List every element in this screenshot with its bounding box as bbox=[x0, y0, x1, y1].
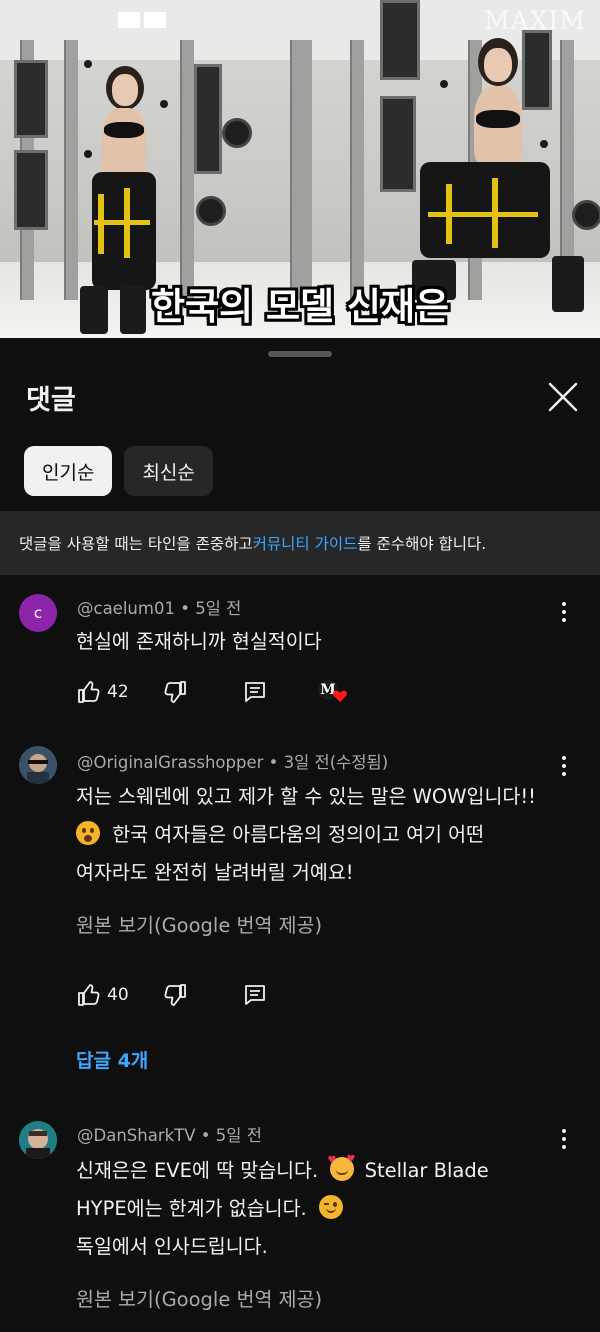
sheet-title: 댓글 bbox=[26, 385, 76, 416]
video-camera bbox=[572, 200, 600, 230]
avatar[interactable]: c bbox=[19, 594, 57, 632]
video-camera bbox=[84, 60, 92, 68]
sort-chips: 인기순 최신순 bbox=[24, 446, 213, 496]
see-original-link[interactable]: 원본 보기(Google 번역 제공) bbox=[76, 1283, 322, 1312]
comment-text-line: 독일에서 인사드립니다. bbox=[76, 1235, 268, 1258]
comment-text-line: 한국 여자들은 아름다움의 정의이고 여기 어떤 bbox=[76, 818, 484, 847]
avatar-photo bbox=[19, 1121, 57, 1159]
video-camera-rig bbox=[64, 40, 78, 300]
astonished-emoji-icon bbox=[76, 821, 100, 845]
comment-text: 현실에 존재하니까 현실적이다 bbox=[76, 630, 322, 653]
comment-text-line: 신재은은 EVE에 딱 맞습니다. ♥ ♥ Stellar Blade bbox=[76, 1154, 489, 1182]
comment-more-button[interactable] bbox=[552, 600, 576, 624]
like-button[interactable] bbox=[76, 981, 102, 1009]
video-watermark: MAXIM bbox=[484, 6, 586, 35]
video-light-panel bbox=[522, 30, 552, 110]
reply-button[interactable] bbox=[242, 678, 268, 706]
dislike-icon bbox=[164, 681, 186, 703]
dislike-icon bbox=[164, 984, 186, 1006]
comments-sheet: 댓글 인기순 최신순 댓글을 사용할 때는 타인을 존중하고 커뮤니티 가이드 … bbox=[0, 338, 600, 1332]
comment-meta: @DanSharkTV • 5일 전 bbox=[77, 1126, 262, 1145]
reply-icon bbox=[245, 682, 265, 702]
like-count: 42 bbox=[107, 682, 129, 702]
more-vert-icon bbox=[562, 756, 566, 760]
avatar[interactable] bbox=[19, 1121, 57, 1159]
comment-text-line: 여자라도 완전히 날려버릴 거예요! bbox=[76, 861, 354, 884]
video-light-panel bbox=[14, 60, 48, 138]
comment-author[interactable]: @DanSharkTV bbox=[77, 1126, 196, 1145]
creator-heart-icon bbox=[333, 690, 347, 702]
sheet-drag-handle[interactable] bbox=[268, 351, 332, 357]
comment-more-button[interactable] bbox=[552, 1127, 576, 1151]
creator-heart-badge: M bbox=[318, 680, 348, 706]
comment-more-button[interactable] bbox=[552, 754, 576, 778]
video-camera bbox=[84, 150, 92, 158]
avatar-photo bbox=[19, 746, 57, 784]
comment-text-line: HYPE에는 한계가 없습니다. bbox=[76, 1192, 343, 1221]
video-light-panel bbox=[194, 64, 222, 174]
comment-time: 3일 전(수정됨) bbox=[283, 753, 389, 772]
video-player[interactable]: MAXIM 한국의 모델 신재은 bbox=[0, 0, 600, 338]
close-icon bbox=[548, 382, 578, 412]
reply-icon bbox=[245, 985, 265, 1005]
video-camera bbox=[196, 196, 226, 226]
video-camera-rig bbox=[290, 40, 312, 300]
avatar-letter: c bbox=[33, 604, 43, 622]
video-light-panel bbox=[380, 0, 420, 80]
comment-meta: @caelum01 • 5일 전 bbox=[77, 599, 242, 618]
reply-button[interactable] bbox=[242, 981, 268, 1009]
like-button[interactable] bbox=[76, 678, 102, 706]
video-camera bbox=[440, 80, 448, 88]
guidelines-link[interactable]: 커뮤니티 가이드 bbox=[253, 532, 358, 554]
like-count: 40 bbox=[107, 985, 129, 1005]
like-icon bbox=[78, 681, 100, 703]
chip-top-comments[interactable]: 인기순 bbox=[24, 446, 113, 496]
more-vert-icon bbox=[562, 1129, 566, 1133]
see-original-link[interactable]: 원본 보기(Google 번역 제공) bbox=[76, 909, 322, 938]
community-guidelines-notice: 댓글을 사용할 때는 타인을 존중하고 커뮤니티 가이드 를 준수해야 합니다. bbox=[0, 511, 600, 575]
dislike-button[interactable] bbox=[162, 678, 188, 706]
video-camera-rig bbox=[350, 40, 364, 300]
smiling-hearts-emoji-icon: ♥ ♥ bbox=[327, 1154, 355, 1181]
more-vert-icon bbox=[562, 602, 566, 606]
avatar[interactable] bbox=[19, 746, 57, 784]
guidelines-text-end: 를 준수해야 합니다. bbox=[357, 535, 487, 553]
dislike-button[interactable] bbox=[162, 981, 188, 1009]
close-button[interactable] bbox=[540, 374, 586, 420]
comment-meta: @OriginalGrasshopper • 3일 전(수정됨) bbox=[77, 753, 389, 772]
comment-time: 5일 전 bbox=[215, 1126, 262, 1145]
video-camera bbox=[540, 140, 548, 148]
comment-author[interactable]: @OriginalGrasshopper bbox=[77, 753, 263, 772]
video-ceiling-lamp bbox=[144, 12, 166, 28]
video-ceiling-lamp bbox=[118, 12, 140, 28]
like-icon bbox=[78, 984, 100, 1006]
guidelines-text: 댓글을 사용할 때는 타인을 존중하고 bbox=[19, 535, 253, 553]
video-light-panel bbox=[14, 150, 48, 230]
video-caption: 한국의 모델 신재은 bbox=[150, 285, 450, 328]
comment-time: 5일 전 bbox=[195, 599, 242, 618]
video-camera bbox=[160, 100, 168, 108]
comment-text-line: 저는 스웨덴에 있고 제가 할 수 있는 말은 WOW입니다!! bbox=[76, 785, 536, 808]
video-camera-rig bbox=[180, 40, 194, 300]
chip-newest-first[interactable]: 최신순 bbox=[124, 446, 213, 496]
video-light-panel bbox=[380, 96, 416, 192]
comment-author[interactable]: @caelum01 bbox=[77, 599, 175, 618]
video-camera bbox=[222, 118, 252, 148]
view-replies-button[interactable]: 답글 4개 bbox=[76, 1046, 148, 1073]
winking-emoji-icon bbox=[318, 1195, 343, 1219]
